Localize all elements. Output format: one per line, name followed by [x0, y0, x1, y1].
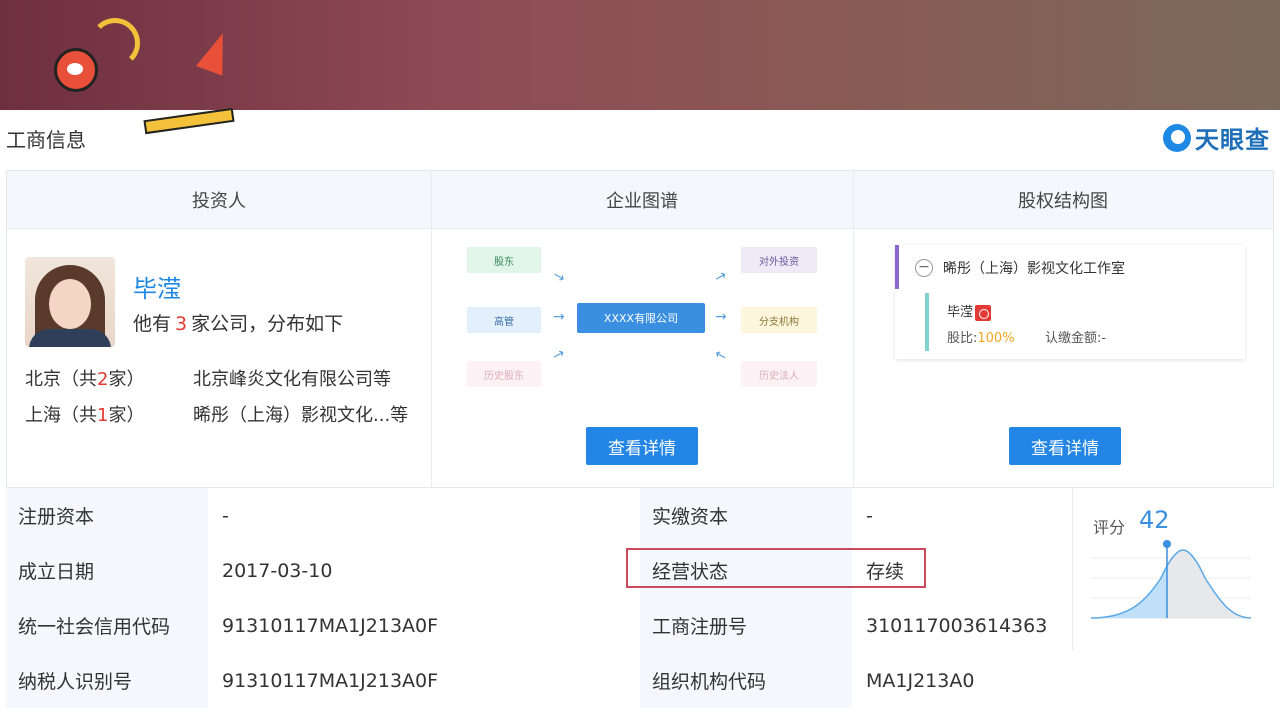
brand-name: 天眼查 [1195, 126, 1270, 154]
person-icon [975, 304, 992, 321]
equity-details-button[interactable]: 查看详情 [1009, 427, 1121, 465]
cell-label: 纳税人识别号 [6, 653, 208, 708]
score-label: 评分 [1093, 518, 1126, 537]
arrow-icon: → [549, 345, 568, 365]
arrow-icon: → [715, 309, 727, 325]
summary-prefix: 他有 [133, 313, 172, 335]
region-city: 上海（共1家） [25, 405, 145, 426]
graph-node-shareholder: 股东 [467, 247, 541, 273]
score-marker-dot [1163, 540, 1171, 548]
investor-avatar[interactable] [25, 257, 115, 347]
equity-paid: 认缴金额:- [1045, 331, 1107, 346]
channel-logo [24, 18, 260, 136]
graph-node-history: 历史股东 [467, 361, 541, 387]
equity-stake: 股比:100% [947, 331, 1015, 346]
graph-node-executive: 高管 [467, 307, 541, 333]
arrow-icon: → [711, 345, 730, 365]
signal-icon [90, 18, 140, 68]
cell-value: - [852, 488, 1072, 543]
equity-header: 股权结构图 [853, 171, 1273, 229]
score-panel: 评分 42 [1072, 488, 1274, 650]
lightning-icon [196, 28, 236, 76]
brand-logo: 天眼查 [1163, 120, 1270, 155]
cell-label: 工商注册号 [640, 598, 852, 653]
arrow-icon: → [549, 267, 568, 287]
score-value: 42 [1139, 506, 1170, 534]
region-city: 北京（共2家） [25, 369, 145, 390]
cell-value: - [208, 488, 640, 543]
region-companies: 晞彤（上海）影视文化...等 [193, 405, 409, 426]
graph-header: 企业图谱 [431, 171, 853, 229]
cell-label: 组织机构代码 [640, 653, 852, 708]
logo-accent [143, 107, 235, 135]
cell-value: MA1J213A0 [852, 653, 1072, 708]
region-companies: 北京峰炎文化有限公司等 [193, 369, 391, 390]
cell-label: 统一社会信用代码 [6, 598, 208, 653]
arrow-icon: → [553, 309, 565, 325]
equity-holder: 毕滢 [947, 301, 992, 321]
enterprise-graph-preview: 股东 高管 历史股东 XXXX有限公司 对外投资 分支机构 历史法人 → → →… [461, 239, 821, 399]
collapse-icon[interactable]: − [915, 259, 933, 277]
column-divider [853, 171, 854, 489]
table-row: 统一社会信用代码 91310117MA1J213A0F 工商注册号 310117… [6, 598, 1072, 653]
cell-value: 91310117MA1J213A0F [208, 653, 640, 708]
graph-node-legal-rep: 历史法人 [741, 361, 817, 387]
cell-label: 实缴资本 [640, 488, 852, 543]
tianyancha-icon [1163, 123, 1191, 152]
cell-label: 成立日期 [6, 543, 208, 598]
arrow-icon: → [711, 267, 730, 287]
score-distribution-chart [1091, 540, 1251, 619]
investor-summary: 他有 3 家公司，分布如下 [133, 309, 343, 336]
equity-company: 晞彤（上海）影视文化工作室 [943, 261, 1125, 277]
company-count: 3 [175, 313, 188, 335]
investor-header: 投资人 [7, 171, 431, 229]
graph-node-branch: 分支机构 [741, 307, 817, 333]
equity-structure-preview: − 晞彤（上海）影视文化工作室 毕滢 股比:100% 认缴金额:- [895, 245, 1245, 359]
graph-details-button[interactable]: 查看详情 [586, 427, 698, 465]
cell-label: 注册资本 [6, 488, 208, 543]
table-row: 注册资本 - 实缴资本 - [6, 488, 1072, 543]
overview-panel: 投资人 企业图谱 股权结构图 毕滢 他有 3 家公司，分布如下 北京（共2家） 北京峰… [6, 170, 1274, 489]
summary-suffix: 家公司，分布如下 [191, 313, 344, 335]
region-row-shanghai[interactable]: 上海（共1家） 晞彤（上海）影视文化...等 [25, 401, 408, 427]
investor-name-link[interactable]: 毕滢 [133, 269, 181, 304]
graph-node-center: XXXX有限公司 [577, 303, 705, 333]
cell-value: 2017-03-10 [208, 543, 640, 598]
eye-icon [54, 48, 98, 92]
graph-node-investment: 对外投资 [741, 247, 817, 273]
table-row: 纳税人识别号 91310117MA1J213A0F 组织机构代码 MA1J213… [6, 653, 1072, 708]
cell-value: 91310117MA1J213A0F [208, 598, 640, 653]
equity-holder-card: 毕滢 股比:100% 认缴金额:- [925, 293, 1245, 351]
cell-value: 310117003614363 [852, 598, 1072, 653]
region-row-beijing[interactable]: 北京（共2家） 北京峰炎文化有限公司等 [25, 365, 391, 391]
column-divider [431, 171, 432, 489]
status-highlight-box [626, 548, 926, 588]
